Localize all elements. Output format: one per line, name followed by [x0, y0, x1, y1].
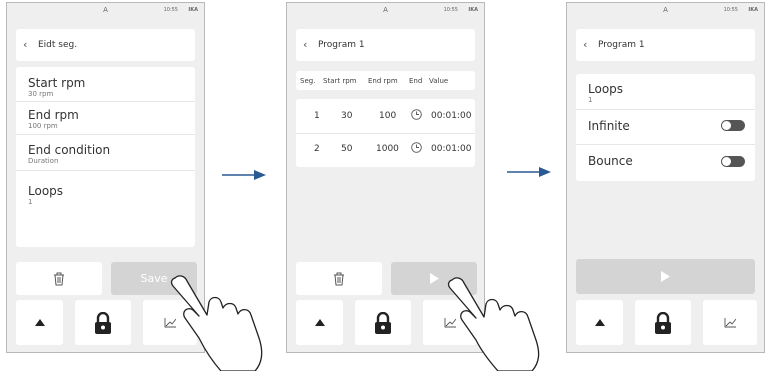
home-button[interactable]: [576, 300, 623, 345]
table-row[interactable]: 1 30 100 00:01:00: [296, 99, 475, 133]
column-value: Value: [429, 77, 449, 85]
hand-pointer-icon: [170, 275, 263, 371]
status-time: 10:55: [163, 7, 178, 13]
delete-button[interactable]: [16, 262, 102, 295]
row-title: End rpm: [28, 108, 79, 122]
chart-icon: [724, 317, 736, 327]
column-start-rpm: Start rpm: [323, 77, 357, 85]
chart-button[interactable]: [703, 300, 757, 345]
divider: [16, 134, 195, 135]
header-bar[interactable]: ‹ Program 1: [576, 29, 755, 61]
lock-icon: [375, 311, 391, 334]
play-icon: [661, 271, 670, 282]
cell-value: 00:01:00: [431, 144, 472, 154]
clock-icon: [411, 142, 422, 156]
cell-end: 100: [379, 111, 397, 121]
hand-pointer-icon: [447, 277, 540, 371]
divider: [16, 170, 195, 171]
arrow-right-icon: [507, 167, 551, 177]
row-title: Loops: [28, 184, 64, 198]
loops-row[interactable]: Loops 1: [588, 82, 745, 105]
segment-table: 1 30 100 00:01:00 2 50 1000 00:01:00: [296, 99, 475, 167]
lock-button[interactable]: [355, 300, 411, 345]
status-time: 10:55: [443, 7, 458, 13]
loops-row[interactable]: Loops 1: [28, 184, 185, 207]
start-button[interactable]: [576, 259, 755, 294]
row-title: End condition: [28, 143, 111, 157]
infinite-toggle[interactable]: [721, 120, 745, 131]
lock-icon: [655, 311, 671, 334]
start-rpm-row[interactable]: Start rpm 30 rpm: [28, 76, 185, 99]
cell-start: 30: [341, 111, 353, 121]
back-chevron-icon[interactable]: ‹: [303, 38, 307, 51]
table-header: Seg. Start rpm End rpm End Value: [296, 71, 475, 90]
lock-button[interactable]: [75, 300, 131, 345]
header-title: Program 1: [318, 40, 365, 50]
home-button[interactable]: [296, 300, 343, 345]
brand-logo: IKA: [468, 7, 478, 13]
brand-logo: IKA: [188, 7, 198, 13]
end-condition-row[interactable]: End condition Duration: [28, 143, 185, 166]
table-row[interactable]: 2 50 1000 00:01:00: [296, 133, 475, 167]
cell-end: 1000: [376, 144, 399, 154]
row-subtitle: 1: [588, 96, 593, 104]
cell-seg: 1: [314, 111, 320, 121]
status-time: 10:55: [723, 7, 738, 13]
column-end: End: [409, 77, 423, 85]
home-icon: [34, 319, 45, 326]
row-title: Loops: [588, 82, 624, 96]
row-subtitle: 100 rpm: [28, 122, 58, 130]
header-bar[interactable]: ‹ Program 1: [296, 29, 475, 61]
back-chevron-icon[interactable]: ‹: [23, 38, 27, 51]
divider: [576, 144, 755, 145]
play-icon: [429, 273, 439, 284]
row-subtitle: 1: [28, 198, 33, 206]
header-title: Program 1: [598, 40, 645, 50]
row-subtitle: 30 rpm: [28, 90, 54, 98]
divider: [16, 101, 195, 102]
divider: [576, 109, 755, 110]
row-subtitle: Duration: [28, 157, 59, 165]
arrow-right-icon: [222, 170, 266, 180]
screen-program-loops: A 10:55 IKA ‹ Program 1 Loops 1 Infinite…: [566, 2, 765, 353]
row-title: Start rpm: [28, 76, 86, 90]
clock-icon: [411, 109, 422, 123]
home-icon: [314, 319, 325, 326]
header-title: Eidt seg.: [38, 40, 78, 50]
cell-value: 00:01:00: [431, 111, 472, 121]
header-bar[interactable]: ‹ Eidt seg.: [16, 29, 195, 61]
lock-icon: [95, 311, 111, 334]
bounce-toggle[interactable]: [721, 156, 745, 167]
back-chevron-icon[interactable]: ‹: [583, 38, 587, 51]
loops-card: Loops 1 Infinite Bounce: [576, 74, 755, 181]
trash-icon: [334, 272, 344, 285]
trash-icon: [54, 272, 64, 285]
lock-button[interactable]: [635, 300, 691, 345]
column-seg: Seg.: [300, 77, 316, 85]
status-bar: A 10:55 IKA: [7, 6, 204, 16]
home-icon: [594, 319, 605, 326]
status-bar: A 10:55 IKA: [287, 6, 484, 16]
settings-card: Start rpm 30 rpm End rpm 100 rpm End con…: [16, 67, 195, 247]
brand-logo: IKA: [748, 7, 758, 13]
status-bar: A 10:55 IKA: [567, 6, 764, 16]
end-rpm-row[interactable]: End rpm 100 rpm: [28, 108, 185, 131]
cell-seg: 2: [314, 144, 320, 154]
home-button[interactable]: [16, 300, 63, 345]
delete-button[interactable]: [296, 262, 382, 295]
cell-start: 50: [341, 144, 353, 154]
column-end-rpm: End rpm: [368, 77, 398, 85]
